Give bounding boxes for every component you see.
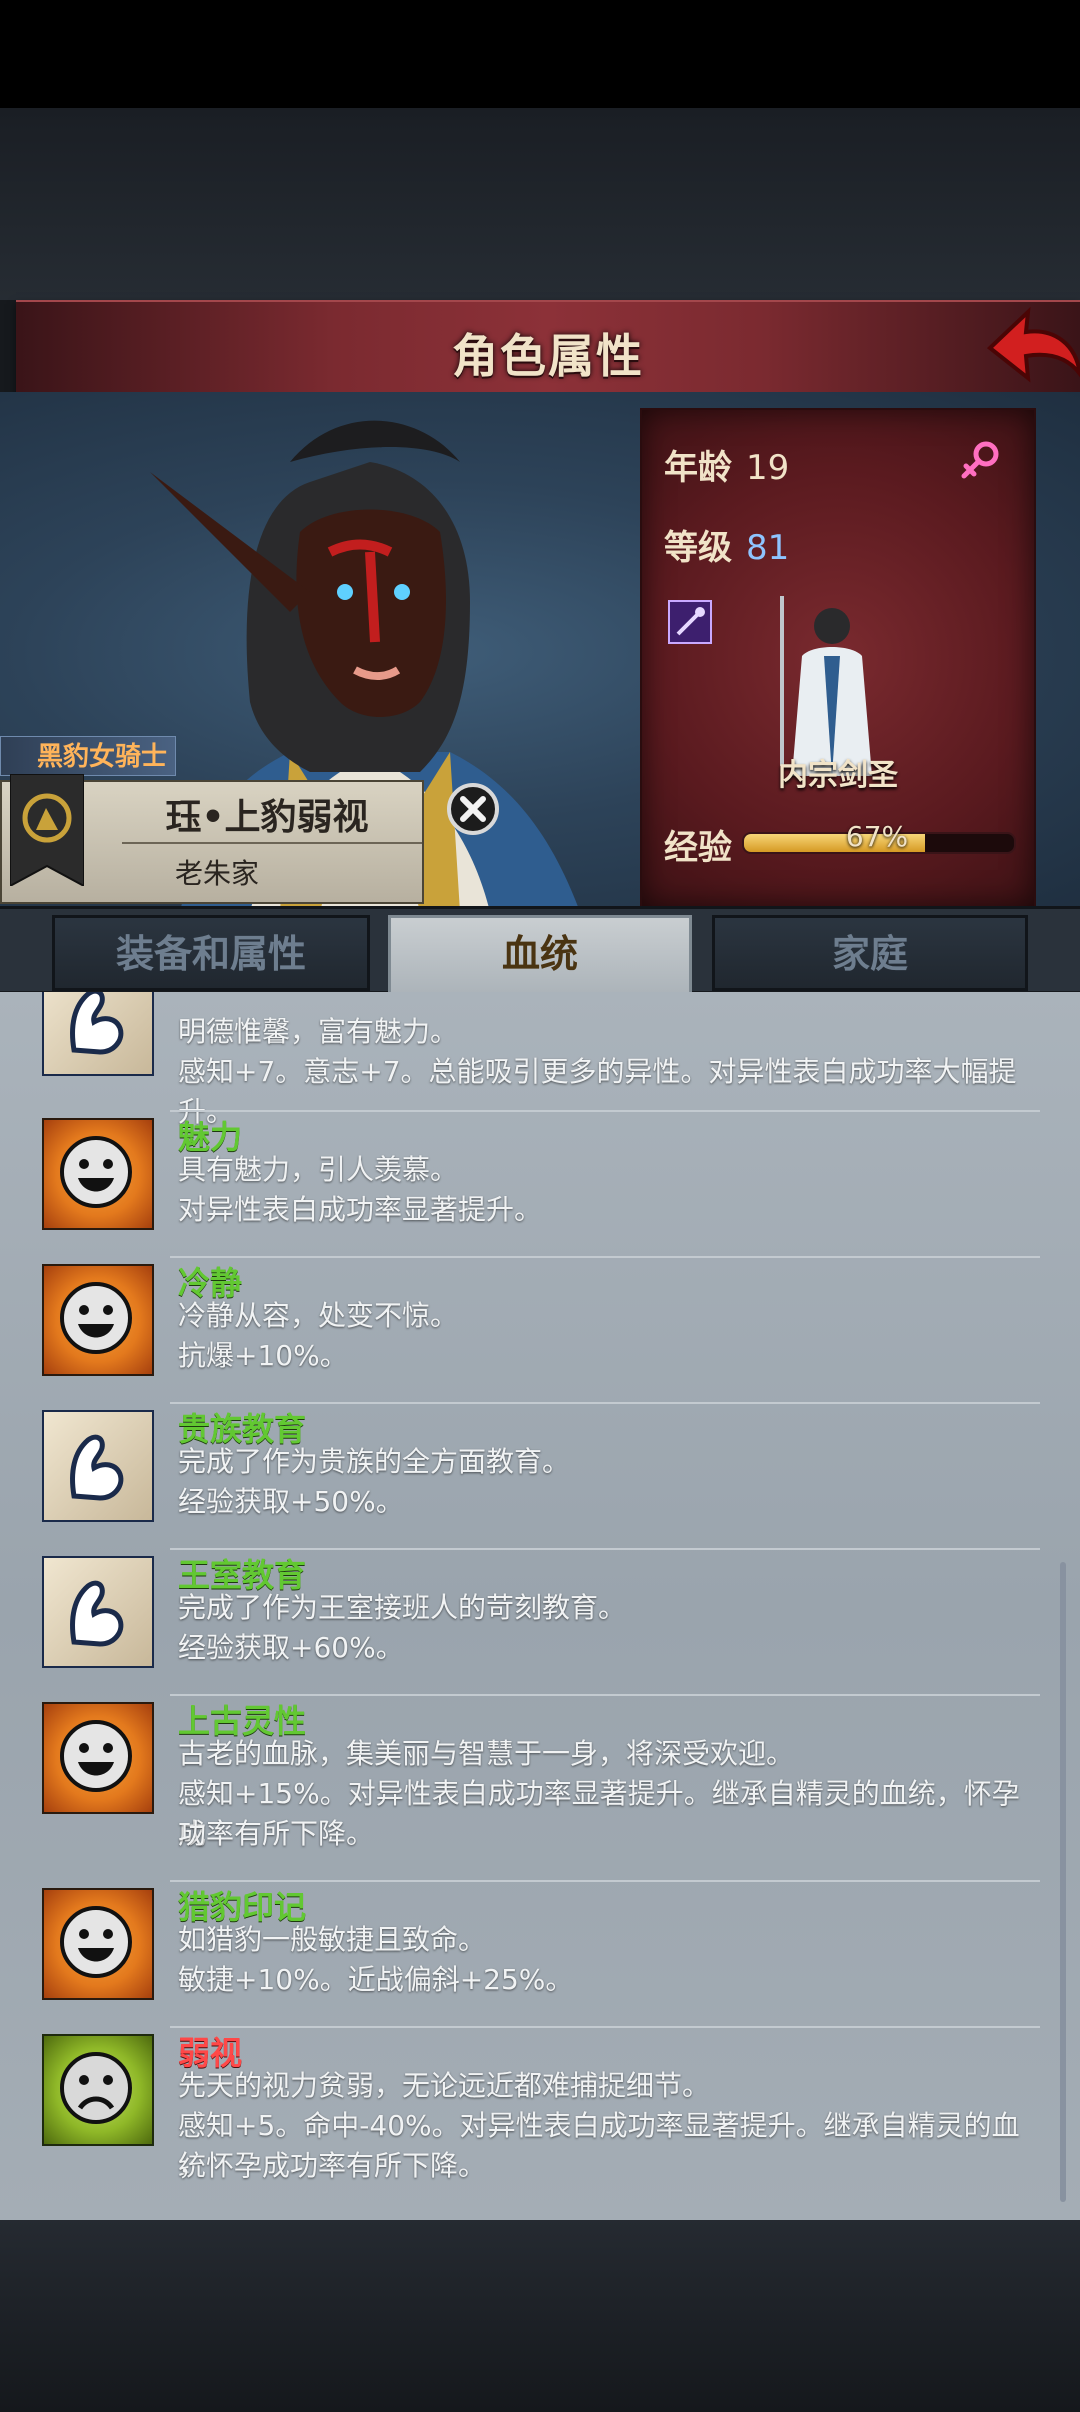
trait-effect: 对异性表白成功率显著提升。 xyxy=(178,1193,543,1226)
close-icon[interactable] xyxy=(446,782,500,836)
exp-percent: 67% xyxy=(845,820,909,853)
trait-divider xyxy=(170,2026,1040,2028)
arm-icon xyxy=(42,1556,154,1668)
character-title-tag: 黑豹女骑士 xyxy=(0,736,176,776)
tab-family[interactable]: 家庭 xyxy=(712,915,1028,991)
trait-description: 明德惟馨，富有魅力。 xyxy=(178,1015,459,1048)
page-title: 角色属性 xyxy=(452,329,644,383)
stat-panel: 年龄 19 等级 81 内宗剑圣 经验 67% xyxy=(640,408,1036,908)
class-skill-icon[interactable] xyxy=(668,600,712,644)
smile-icon xyxy=(42,1888,154,2000)
trait-description: 完成了作为贵族的全方面教育。 xyxy=(178,1445,571,1478)
trait-effect: 经验获取+60%。 xyxy=(178,1631,404,1664)
trait-effect: 感知+7。意志+7。总能吸引更多的异性。对异性表白成功率大幅提升。 xyxy=(178,1055,1017,1128)
age-value: 19 xyxy=(746,448,790,488)
tab-equipment-attributes[interactable]: 装备和属性 xyxy=(52,915,370,991)
sad-face-icon xyxy=(42,2034,154,2146)
trait-description: 具有魅力，引人羡慕。 xyxy=(178,1153,459,1186)
back-arrow-icon[interactable] xyxy=(984,304,1080,386)
level-row: 等级 81 xyxy=(664,520,789,569)
class-name: 内宗剑圣 xyxy=(778,758,898,793)
status-bar-area xyxy=(0,0,1080,108)
age-row: 年龄 19 xyxy=(664,440,789,489)
name-plate-divider xyxy=(122,842,422,844)
tab-bloodline[interactable]: 血统 xyxy=(388,915,692,1001)
trait-description: 古老的血脉，集美丽与智慧于一身，将深受欢迎。 xyxy=(178,1737,795,1770)
trait-description: 先天的视力贫弱，无论远近都难捕捉细节。 xyxy=(178,2069,711,2102)
character-name: 珏•上豹弱视 xyxy=(165,797,369,838)
trait-description: 如猎豹一般敏捷且致命。 xyxy=(178,1923,487,1956)
smile-icon xyxy=(42,1118,154,1230)
trait-description: 完成了作为王室接班人的苛刻教育。 xyxy=(178,1591,627,1624)
exp-label: 经验 xyxy=(664,828,732,868)
trait-effect: 抗爆+10%。 xyxy=(178,1339,348,1372)
trait-list[interactable]: 明德惟馨，富有魅力。 感知+7。意志+7。总能吸引更多的异性。对异性表白成功率大… xyxy=(0,992,1080,2220)
age-label: 年龄 xyxy=(664,448,732,488)
trait-divider xyxy=(170,1110,1040,1112)
house-crest-icon xyxy=(10,774,84,886)
trait-divider xyxy=(170,1256,1040,1258)
scrollbar[interactable] xyxy=(1060,1562,1066,2202)
header-banner: 角色属性 xyxy=(16,300,1080,397)
trait-effect-continued: ，怀孕成功率有所下降。 xyxy=(178,2149,487,2182)
arm-icon xyxy=(42,992,154,1076)
level-value: 81 xyxy=(746,528,790,568)
female-symbol-icon xyxy=(961,441,999,479)
trait-effect-continued: 功率有所下降。 xyxy=(178,1817,375,1850)
family-name[interactable]: 老朱家 xyxy=(122,852,312,892)
arm-icon xyxy=(42,1410,154,1522)
smile-icon xyxy=(42,1702,154,1814)
trait-effect: 敏捷+10%。近战偏斜+25%。 xyxy=(178,1963,574,1996)
background-upper xyxy=(0,108,1080,300)
background-lower xyxy=(0,2220,1080,2412)
tab-bar: 装备和属性 血统 家庭 xyxy=(0,906,1080,1001)
level-label: 等级 xyxy=(664,528,732,568)
smile-icon xyxy=(42,1264,154,1376)
trait-effect: 经验获取+50%。 xyxy=(178,1485,404,1518)
trait-description: 冷静从容，处变不惊。 xyxy=(178,1299,459,1332)
name-plate: 珏•上豹弱视 老朱家 xyxy=(0,774,424,904)
